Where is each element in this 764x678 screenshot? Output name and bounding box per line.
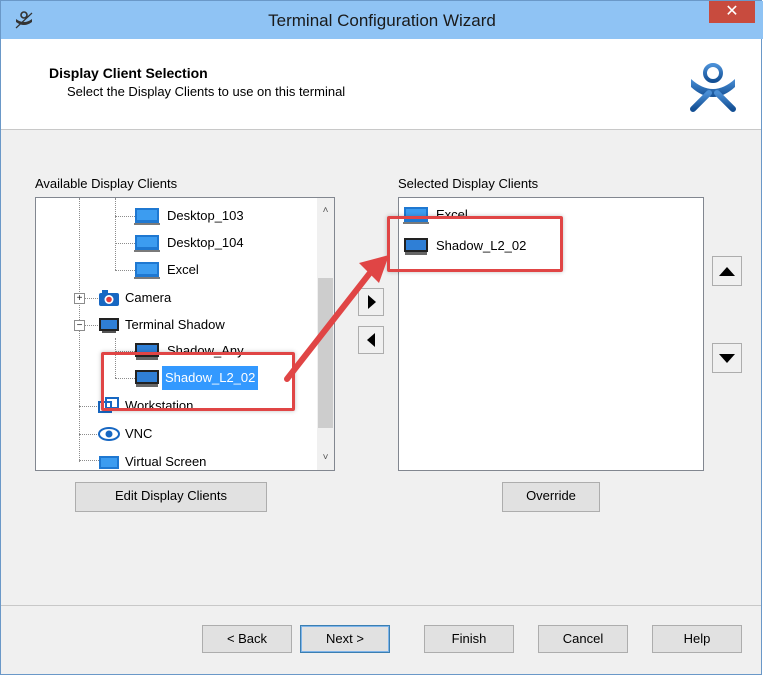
back-button[interactable]: < Back	[202, 625, 292, 653]
next-button[interactable]: Next >	[300, 625, 390, 653]
cancel-button[interactable]: Cancel	[538, 625, 628, 653]
finish-button[interactable]: Finish	[424, 625, 514, 653]
annotation-arrow-icon	[284, 255, 389, 382]
wizard-window: Terminal Configuration Wizard ✕ Display …	[0, 0, 763, 675]
help-button[interactable]: Help	[652, 625, 742, 653]
footer-divider	[1, 605, 761, 606]
